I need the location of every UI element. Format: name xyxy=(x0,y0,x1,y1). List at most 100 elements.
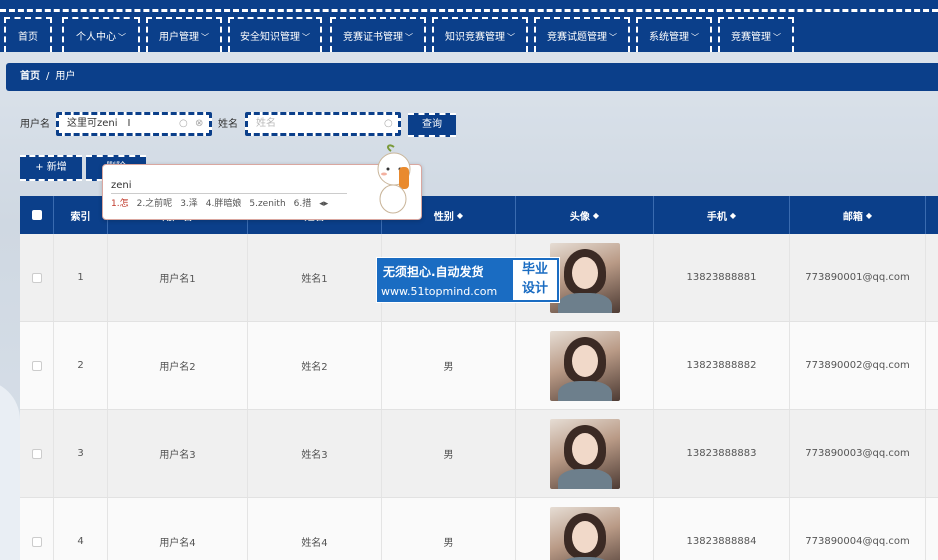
nav-contest[interactable]: 竞赛管理 ﹀ xyxy=(718,17,794,52)
query-button[interactable]: 查询 xyxy=(408,113,456,137)
cell-avatar xyxy=(516,322,654,409)
nav-user-management[interactable]: 用户管理 ﹀ xyxy=(146,17,222,52)
chevron-down-icon: ﹀ xyxy=(405,33,413,42)
avatar[interactable] xyxy=(549,506,620,560)
ime-candidate[interactable]: 3.泽 xyxy=(180,199,198,209)
clear-icon[interactable]: ⊗ xyxy=(195,115,203,133)
cell-name-text: 姓名1 xyxy=(301,274,328,285)
text-cursor-icon: I xyxy=(127,118,131,129)
ime-candidate[interactable]: 5.zenith xyxy=(249,199,285,209)
cell-name: 姓名3 xyxy=(248,410,382,497)
nav-label: 系统管理 xyxy=(649,32,689,43)
breadcrumb-current: 用户 xyxy=(55,71,76,82)
row-checkbox[interactable] xyxy=(31,536,42,547)
avatar-face xyxy=(571,256,598,289)
header-gender-label: 性别 xyxy=(433,211,454,223)
add-button[interactable]: + 新增 xyxy=(20,155,82,181)
cell-gender-text: 男 xyxy=(443,362,454,373)
cell-name-text: 姓名2 xyxy=(301,362,328,373)
username-label: 用户名 xyxy=(20,119,50,130)
cell-gender-text: 男 xyxy=(443,538,454,549)
breadcrumb-home[interactable]: 首页 xyxy=(20,71,40,82)
table-row[interactable]: 3 用户名3 姓名3 男 13823888883 773890003@qq.co… xyxy=(20,410,938,498)
avatar[interactable] xyxy=(549,330,620,401)
header-avatar[interactable]: 头像 ◆ xyxy=(516,196,654,234)
row-select[interactable] xyxy=(20,410,54,497)
username-input[interactable]: 这里可zeni I ○ ⊗ xyxy=(56,112,212,136)
ime-page-arrows-icon[interactable]: ◂▸ xyxy=(319,199,328,209)
row-checkbox[interactable] xyxy=(31,272,42,283)
avatar-body xyxy=(557,556,612,560)
watermark-badge: 无须担心.自动发货 www.51topmind.com 毕业 设计 xyxy=(376,257,560,303)
cell-name: 姓名2 xyxy=(248,322,382,409)
nav-label: 竞赛管理 xyxy=(731,32,771,43)
ime-candidate[interactable]: 1.怎 xyxy=(111,199,129,209)
cell-phone: 13823888881 xyxy=(654,234,790,321)
cell-index-text: 2 xyxy=(77,360,84,371)
ime-candidate[interactable]: 2.之前呢 xyxy=(137,199,173,209)
avatar-face xyxy=(571,432,598,465)
avatar-face xyxy=(571,520,598,553)
cell-phone: 13823888883 xyxy=(654,410,790,497)
header-phone[interactable]: 手机 ◆ xyxy=(654,196,790,234)
nav-label: 知识竞赛管理 xyxy=(445,32,505,43)
row-select[interactable] xyxy=(20,498,54,560)
nav-home-label: 首页 xyxy=(18,32,38,43)
nav-safety-knowledge[interactable]: 安全知识管理 ﹀ xyxy=(228,17,322,52)
row-select[interactable] xyxy=(20,234,54,321)
cell-avatar xyxy=(516,498,654,560)
select-all-checkbox[interactable] xyxy=(31,210,42,220)
watermark-badge-line1: 毕业 xyxy=(521,262,548,277)
cell-email: 773890001@qq.com xyxy=(790,234,926,321)
nav-personal-center[interactable]: 个人中心 ﹀ xyxy=(62,17,140,52)
cell-name: 姓名1 xyxy=(248,234,382,321)
avatar-body xyxy=(557,380,612,401)
ime-candidates: 1.怎 2.之前呢 3.泽 4.胖暗娘 5.zenith 6.措 ◂▸ xyxy=(111,196,336,209)
ime-candidate[interactable]: 6.措 xyxy=(294,199,312,209)
cell-phone-text: 13823888883 xyxy=(686,448,757,459)
row-checkbox[interactable] xyxy=(31,360,42,371)
cell-phone: 13823888884 xyxy=(654,498,790,560)
chevron-down-icon: ﹀ xyxy=(118,33,126,42)
cell-email-text: 773890004@qq.com xyxy=(805,536,910,547)
name-input[interactable]: 姓名 ○ xyxy=(245,112,401,136)
header-avatar-label: 头像 xyxy=(569,211,590,223)
row-checkbox[interactable] xyxy=(31,448,42,459)
watermark-url: www.51topmind.com xyxy=(381,285,498,298)
cell-index-text: 3 xyxy=(77,448,84,459)
table-row[interactable]: 4 用户名4 姓名4 男 13823888884 773890004@qq.co… xyxy=(20,498,938,560)
sort-icon[interactable]: ◆ xyxy=(866,211,872,220)
avatar[interactable] xyxy=(549,242,620,313)
header-email[interactable]: 邮箱 ◆ xyxy=(790,196,926,234)
background-decoration xyxy=(0,380,20,560)
nav-contest-questions[interactable]: 竞赛试题管理 ﹀ xyxy=(534,17,630,52)
nav-home[interactable]: 首页 xyxy=(4,17,52,52)
table-row[interactable]: 2 用户名2 姓名2 男 13823888882 773890002@qq.co… xyxy=(20,322,938,410)
name-input-placeholder: 姓名 xyxy=(256,118,276,129)
cell-username-text: 用户名4 xyxy=(159,538,196,549)
cell-email-text: 773890001@qq.com xyxy=(805,272,910,283)
nav-label: 竞赛证书管理 xyxy=(343,32,403,43)
avatar[interactable] xyxy=(549,418,620,489)
nav-knowledge-contest[interactable]: 知识竞赛管理 ﹀ xyxy=(432,17,528,52)
sort-icon[interactable]: ◆ xyxy=(593,211,599,220)
header-phone-label: 手机 xyxy=(706,211,727,223)
cell-email: 773890003@qq.com xyxy=(790,410,926,497)
sort-icon[interactable]: ◆ xyxy=(730,211,736,220)
nav-system[interactable]: 系统管理 ﹀ xyxy=(636,17,712,52)
ime-candidate[interactable]: 4.胖暗娘 xyxy=(206,199,242,209)
cell-avatar xyxy=(516,410,654,497)
row-select[interactable] xyxy=(20,322,54,409)
sort-icon[interactable]: ◆ xyxy=(457,211,463,220)
cell-phone-text: 13823888882 xyxy=(686,360,757,371)
name-label: 姓名 xyxy=(218,119,238,130)
avatar-face xyxy=(571,344,598,377)
nav-certificate[interactable]: 竞赛证书管理 ﹀ xyxy=(330,17,426,52)
header-select-all[interactable] xyxy=(20,196,54,234)
watermark-line1: 无须担心.自动发货 xyxy=(383,265,484,279)
nav-label: 个人中心 xyxy=(76,32,116,43)
cell-username: 用户名1 xyxy=(108,234,248,321)
chevron-down-icon: ﹀ xyxy=(201,33,209,42)
ime-divider xyxy=(111,193,347,194)
cell-gender: 男 xyxy=(382,498,516,560)
